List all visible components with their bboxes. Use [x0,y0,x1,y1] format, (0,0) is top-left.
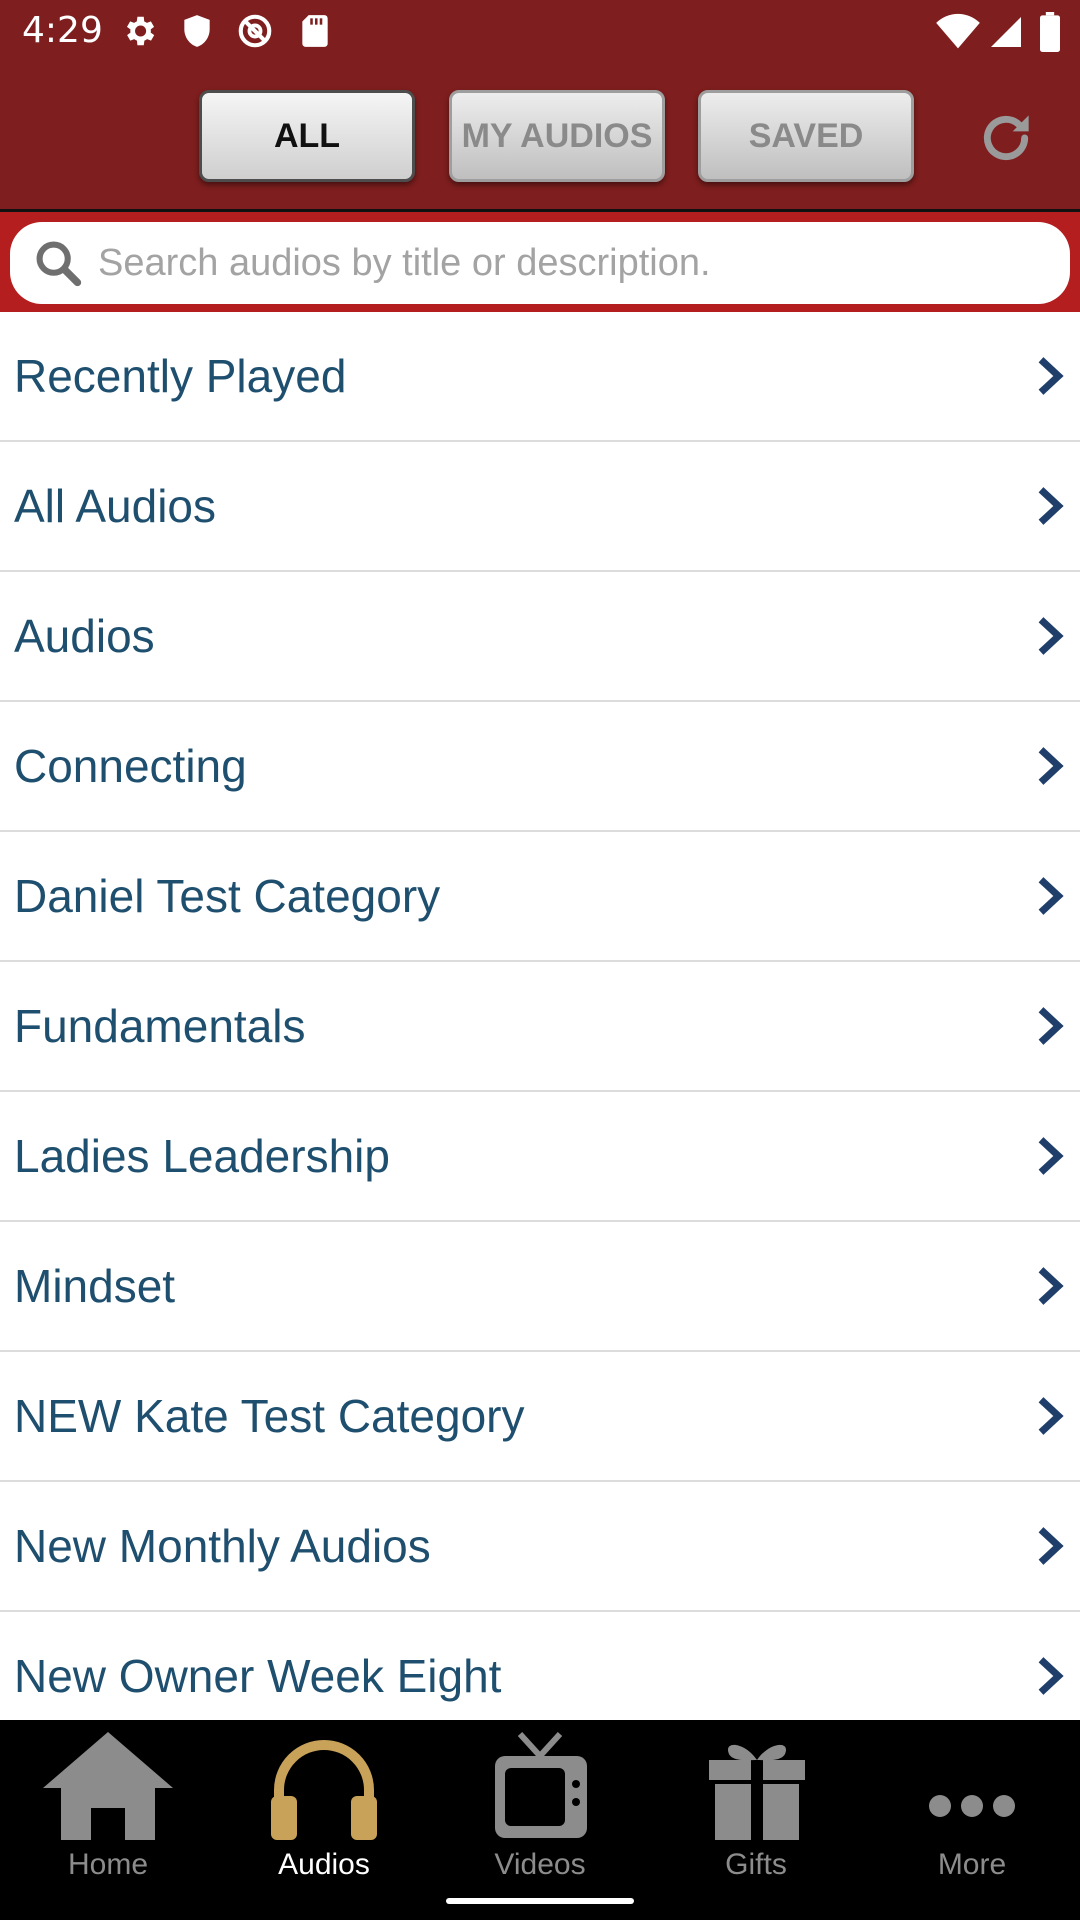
list-item-label: All Audios [14,480,217,532]
search-icon [36,241,82,287]
list-item-label: Ladies Leadership [14,1130,390,1182]
bottom-tab-bar: Home Audios Videos Gifts More [0,1720,1080,1920]
status-bar: 4:29 [0,0,1080,64]
list-item[interactable]: New Monthly Audios [0,1482,1080,1612]
wifi-icon [936,13,980,49]
tv-icon [495,1731,587,1838]
chevron-right-icon [1038,1137,1064,1175]
tab-label: Audios [278,1848,370,1881]
list-item-label: Fundamentals [14,1000,306,1052]
cellular-signal-icon [991,17,1021,47]
list-item-label: New Monthly Audios [14,1520,431,1572]
segment-saved-button[interactable]: SAVED [698,90,914,182]
list-item-label: Mindset [14,1260,176,1312]
tab-label: More [937,1848,1007,1881]
list-item[interactable]: New Owner Week Eight [0,1612,1080,1720]
chevron-right-icon [1038,1267,1064,1305]
list-item[interactable]: All Audios [0,442,1080,572]
tab-videos[interactable]: Videos [432,1720,648,1920]
search-bar [0,212,1080,312]
list-item-label: Connecting [14,740,247,792]
status-time: 4:29 [22,10,103,51]
tab-label: Home [67,1848,149,1881]
shield-icon [184,15,210,47]
list-item-label: Audios [14,610,155,662]
list-item[interactable]: NEW Kate Test Category [0,1352,1080,1482]
top-header: ALL MY AUDIOS SAVED [0,64,1080,212]
tab-home[interactable]: Home [0,1720,216,1920]
chevron-right-icon [1038,357,1064,395]
list-item-label: Recently Played [14,350,347,402]
chevron-right-icon [1038,877,1064,915]
no-tracking-icon [238,14,272,48]
more-dots-icon [929,1795,1015,1817]
chevron-right-icon [1038,1527,1064,1565]
chevron-right-icon [1038,747,1064,785]
sd-card-icon [302,15,328,47]
list-item-label: NEW Kate Test Category [14,1390,525,1442]
tab-gifts[interactable]: Gifts [648,1720,864,1920]
headphones-icon [271,1740,377,1840]
tab-more[interactable]: More [864,1720,1080,1920]
list-item-label: New Owner Week Eight [14,1650,502,1702]
battery-icon [1040,12,1060,52]
chevron-right-icon [1038,1007,1064,1045]
list-item-label: Daniel Test Category [14,870,441,922]
search-input[interactable] [98,241,1018,285]
chevron-right-icon [1038,1397,1064,1435]
tab-label: Gifts [725,1848,787,1881]
list-item[interactable]: Daniel Test Category [0,832,1080,962]
settings-icon [126,16,155,46]
list-item[interactable]: Connecting [0,702,1080,832]
segment-my-audios-button[interactable]: MY AUDIOS [449,90,665,182]
home-icon [43,1732,173,1840]
search-box[interactable] [10,222,1070,304]
home-indicator [446,1898,634,1904]
list-item[interactable]: Ladies Leadership [0,1092,1080,1222]
segment-all-button[interactable]: ALL [199,90,415,182]
list-item[interactable]: Audios [0,572,1080,702]
list-item[interactable]: Recently Played [0,312,1080,442]
tab-label: Videos [494,1848,586,1881]
refresh-icon[interactable] [974,106,1038,170]
list-item[interactable]: Mindset [0,1222,1080,1352]
category-list: Recently Played All Audios Audios Connec… [0,312,1080,1720]
chevron-right-icon [1038,1657,1064,1695]
chevron-right-icon [1038,617,1064,655]
gift-icon [709,1744,805,1840]
list-item[interactable]: Fundamentals [0,962,1080,1092]
chevron-right-icon [1038,487,1064,525]
tab-audios[interactable]: Audios [216,1720,432,1920]
